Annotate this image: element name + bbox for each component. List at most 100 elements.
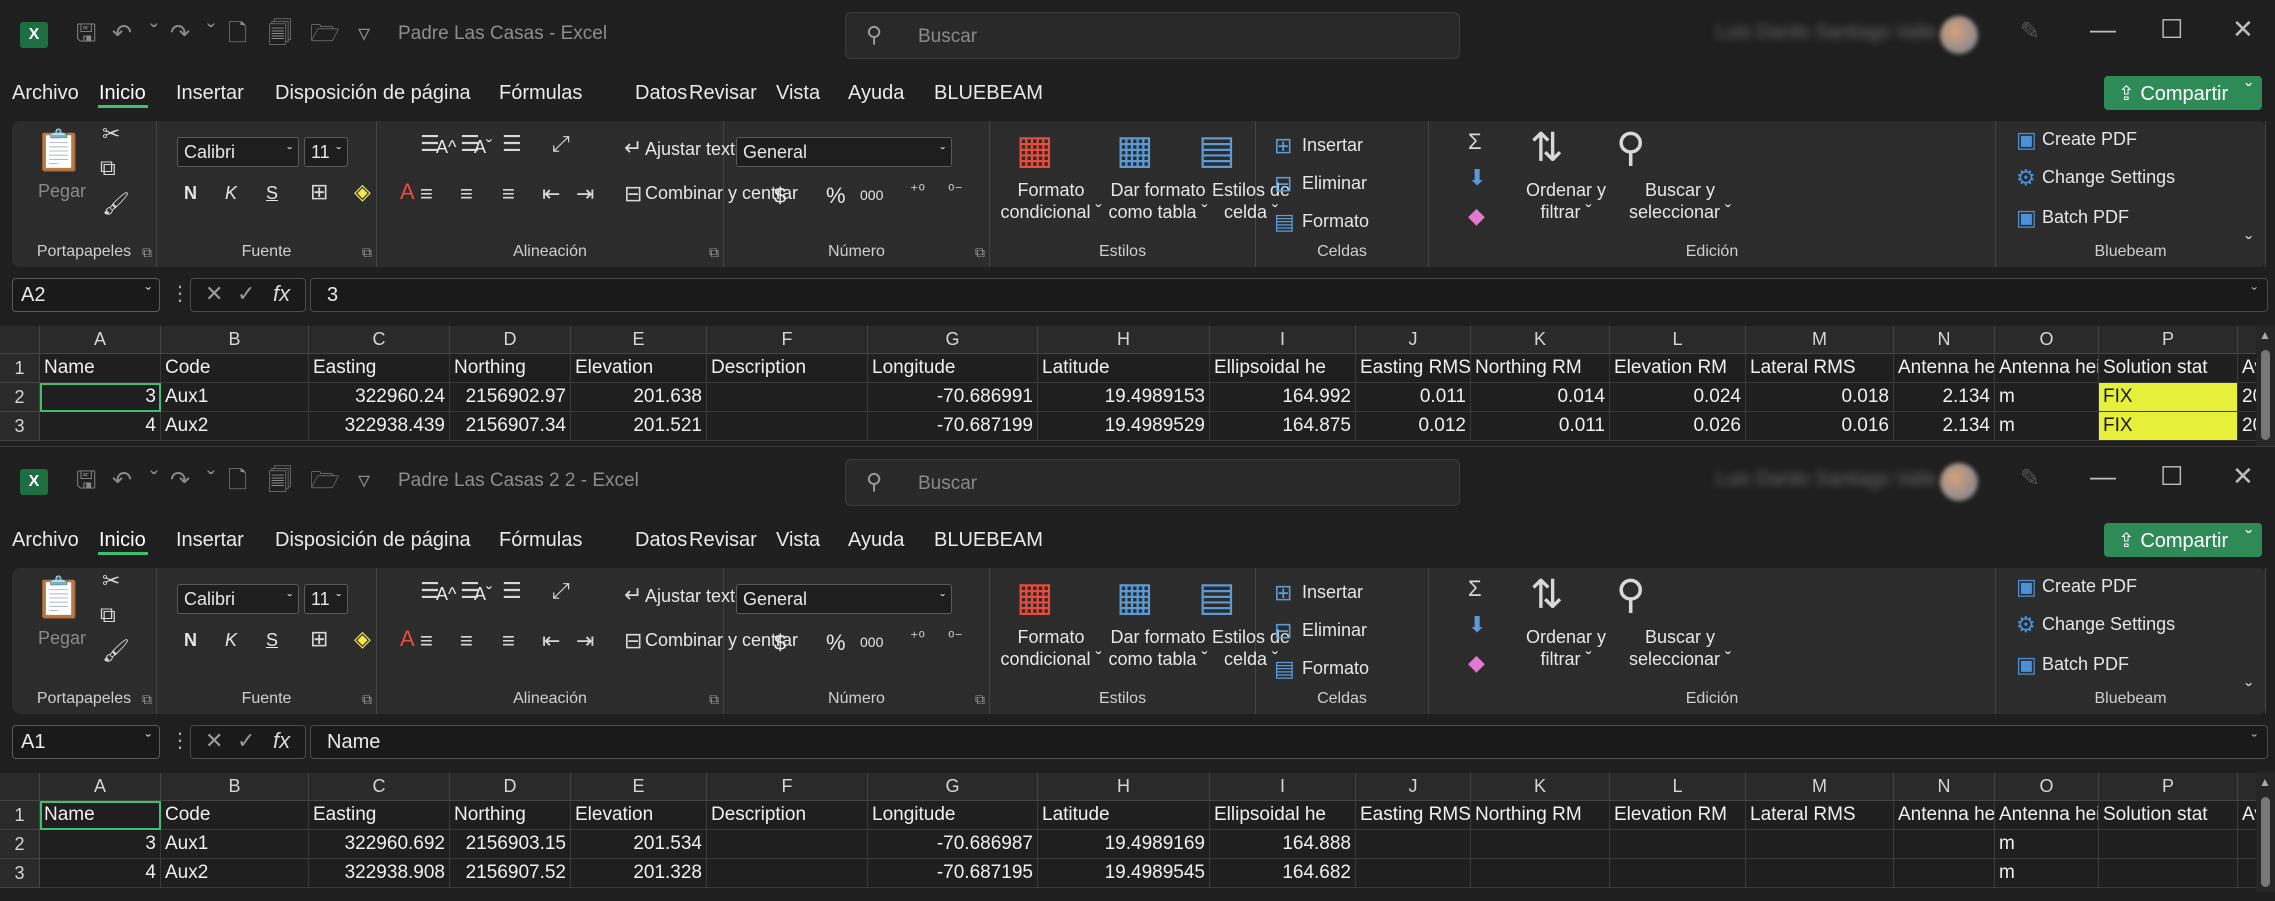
cell-o2[interactable]: m <box>1995 383 2099 412</box>
find-select-button[interactable]: Buscar y seleccionar ˇ <box>1620 179 1740 223</box>
cut-icon[interactable]: ✂ <box>102 121 120 147</box>
paste-icon[interactable]: 📋 <box>34 127 84 174</box>
formula-input[interactable]: 3ˇ <box>310 278 2268 312</box>
align-bottom-icon[interactable]: ☰ <box>502 131 522 157</box>
cell-e2[interactable]: 201.534 <box>571 830 707 859</box>
cell-styles-icon[interactable]: ▤ <box>1198 127 1236 173</box>
menu-f-rmulas[interactable]: Fórmulas <box>499 529 582 552</box>
find-select-icon[interactable]: ⚲ <box>1616 572 1645 618</box>
close-icon[interactable]: ✕ <box>2232 461 2254 492</box>
cell-p2[interactable] <box>2099 830 2238 859</box>
dialog-launcher-icon[interactable]: ⧉ <box>362 244 372 261</box>
cell-k1[interactable]: Northing RM <box>1471 354 1610 383</box>
vertical-scrollbar[interactable]: ▲ <box>2256 326 2275 446</box>
scroll-up-icon[interactable]: ▲ <box>2259 775 2271 789</box>
wrap-text-icon[interactable]: ↵ <box>624 582 642 608</box>
column-header-j[interactable]: J <box>1356 773 1471 801</box>
merge-center-icon[interactable]: ⊟ <box>624 628 642 654</box>
customize-qat-icon[interactable]: ▿ <box>358 466 370 496</box>
cell-d2[interactable]: 2156902.97 <box>450 383 571 412</box>
format-table-icon[interactable]: ▦ <box>1116 574 1154 620</box>
menu-disposici-n-de-p-gina[interactable]: Disposición de página <box>275 529 471 552</box>
align-middle-icon[interactable]: ☰ <box>460 131 480 157</box>
row-header-1[interactable]: 1 <box>0 354 40 383</box>
cell-l2[interactable]: 0.024 <box>1610 383 1746 412</box>
user-name[interactable]: Luis Danilo Santiago Valle <box>1716 22 1936 44</box>
cell-k2[interactable] <box>1471 830 1610 859</box>
save-icon[interactable]: 🖫 <box>76 466 96 496</box>
align-center-icon[interactable]: ≡ <box>460 181 473 207</box>
cell-c2[interactable]: 322960.24 <box>309 383 450 412</box>
format-button[interactable]: Formato <box>1302 658 1369 679</box>
cell-f1[interactable]: Description <box>707 801 868 830</box>
pen-icon[interactable]: ✎ <box>2020 17 2040 46</box>
row-header-2[interactable]: 2 <box>0 830 40 859</box>
sort-filter-button[interactable]: Ordenar y filtrar ˇ <box>1520 626 1612 670</box>
bold-button[interactable]: N <box>184 630 197 651</box>
redo-icon[interactable]: ↷ <box>170 19 190 49</box>
cell-g1[interactable]: Longitude <box>868 354 1038 383</box>
find-select-icon[interactable]: ⚲ <box>1616 125 1645 171</box>
column-header-h[interactable]: H <box>1038 326 1210 354</box>
cell-n1[interactable]: Antenna heig <box>1894 354 1995 383</box>
print-preview-icon[interactable]: 🗐 <box>268 19 292 49</box>
more-options-icon[interactable]: ⋮ <box>170 281 190 306</box>
print-preview-icon[interactable]: 🗐 <box>268 466 292 496</box>
conditional-format-icon[interactable]: ▦ <box>1016 127 1054 173</box>
scrollbar-thumb[interactable] <box>2261 350 2270 440</box>
cell-p1[interactable]: Solution stat <box>2099 801 2238 830</box>
menu-inicio[interactable]: Inicio <box>99 529 146 552</box>
copy-icon[interactable]: ⧉ <box>100 155 116 181</box>
column-header-f[interactable]: F <box>707 326 868 354</box>
cell-o1[interactable]: Antenna heig <box>1995 354 2099 383</box>
select-all-corner[interactable] <box>0 773 40 801</box>
cell-j1[interactable]: Easting RMS <box>1356 801 1471 830</box>
merge-center-icon[interactable]: ⊟ <box>624 181 642 207</box>
create-pdf-button[interactable]: Create PDF <box>2042 576 2137 597</box>
column-header-c[interactable]: C <box>309 326 450 354</box>
paste-label[interactable]: Pegar <box>38 628 86 649</box>
cancel-icon[interactable]: ✕ <box>205 281 223 307</box>
new-file-icon[interactable]: 🗋 <box>228 466 247 496</box>
cell-a3[interactable]: 4 <box>40 412 161 441</box>
decrease-decimal-icon[interactable]: ⁰⁻ <box>948 181 963 201</box>
increase-indent-icon[interactable]: ⇥ <box>576 181 594 207</box>
cell-p2[interactable]: FIX <box>2099 383 2238 412</box>
cell-p3[interactable]: FIX <box>2099 412 2238 441</box>
cell-h1[interactable]: Latitude <box>1038 354 1210 383</box>
cell-a3[interactable]: 4 <box>40 859 161 888</box>
insert-button[interactable]: Insertar <box>1302 135 1363 156</box>
ribbon-collapse-icon[interactable]: ˇ <box>2245 234 2252 257</box>
format-painter-icon[interactable]: 🖌 <box>102 638 130 664</box>
cell-g3[interactable]: -70.687199 <box>868 412 1038 441</box>
menu-archivo[interactable]: Archivo <box>12 529 79 552</box>
cell-k1[interactable]: Northing RM <box>1471 801 1610 830</box>
row-header-3[interactable]: 3 <box>0 859 40 888</box>
font-size-select[interactable]: 11 ˇ <box>304 137 348 167</box>
cell-p1[interactable]: Solution stat <box>2099 354 2238 383</box>
column-header-e[interactable]: E <box>571 773 707 801</box>
cell-f3[interactable] <box>707 859 868 888</box>
column-header-p[interactable]: P <box>2099 773 2238 801</box>
chevron-down-icon[interactable]: ˇ <box>2245 81 2252 104</box>
column-header-b[interactable]: B <box>161 773 309 801</box>
orientation-icon[interactable]: ⤢ <box>552 131 570 157</box>
fill-icon[interactable]: ⬇ <box>1468 612 1486 638</box>
menu-datos[interactable]: Datos <box>635 529 687 552</box>
align-bottom-icon[interactable]: ☰ <box>502 578 522 604</box>
batch-pdf-icon[interactable]: ▣ <box>2016 652 2037 678</box>
change-settings-button[interactable]: Change Settings <box>2042 167 2175 188</box>
delete-button[interactable]: Eliminar <box>1302 173 1367 194</box>
avatar[interactable] <box>1940 463 1978 501</box>
menu-vista[interactable]: Vista <box>776 529 820 552</box>
clear-icon[interactable]: ◆ <box>1468 203 1485 229</box>
format-cells-icon[interactable]: ▤ <box>1274 209 1295 235</box>
ribbon-collapse-icon[interactable]: ˇ <box>2245 681 2252 704</box>
undo-dropdown-icon[interactable]: ˇ <box>150 19 158 49</box>
select-all-corner[interactable] <box>0 326 40 354</box>
cell-h2[interactable]: 19.4989169 <box>1038 830 1210 859</box>
cell-g2[interactable]: -70.686987 <box>868 830 1038 859</box>
increase-indent-icon[interactable]: ⇥ <box>576 628 594 654</box>
create-pdf-icon[interactable]: ▣ <box>2016 574 2037 600</box>
name-box[interactable]: A2 ˇ <box>12 278 160 312</box>
